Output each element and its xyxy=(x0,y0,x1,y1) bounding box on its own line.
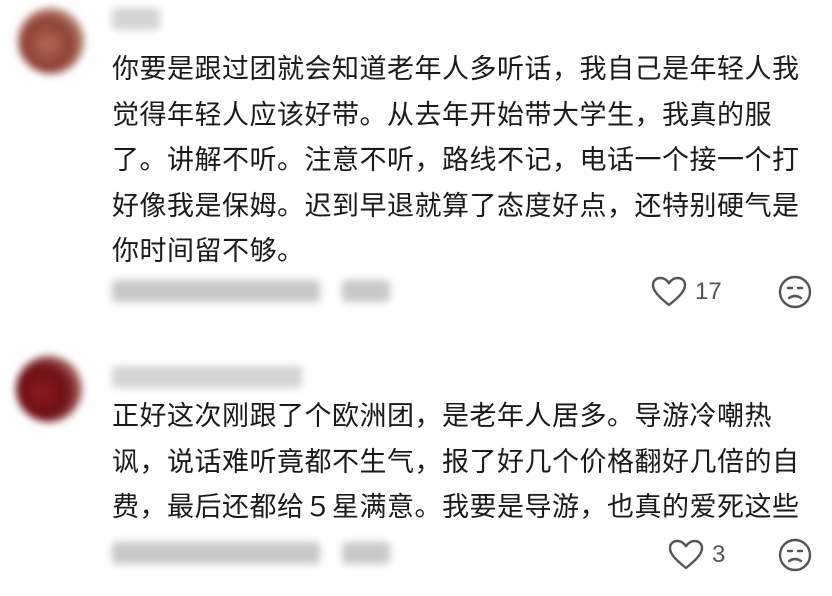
reply-button-blurred[interactable] xyxy=(342,542,390,564)
dislike-button[interactable] xyxy=(778,538,812,572)
avatar[interactable] xyxy=(16,356,82,422)
like-count: 3 xyxy=(712,541,726,568)
comment-item: 正好这次刚跟了个欧洲团，是老年人居多。导游冷嘲热讽，说话难听竟都不生气，报了好几… xyxy=(0,0,832,596)
like-button[interactable]: 3 xyxy=(668,538,725,572)
username-blurred[interactable] xyxy=(112,366,302,388)
heart-outline-icon xyxy=(668,539,704,570)
frown-face-icon xyxy=(778,538,812,572)
comment-list: 你要是跟过团就会知道老年人多听话，我自己是年轻人我觉得年轻人应该好带。从去年开始… xyxy=(0,0,832,596)
comment-text: 正好这次刚跟了个欧洲团，是老年人居多。导游冷嘲热讽，说话难听竟都不生气，报了好几… xyxy=(112,401,800,523)
comment-date-location-blurred xyxy=(112,542,320,564)
